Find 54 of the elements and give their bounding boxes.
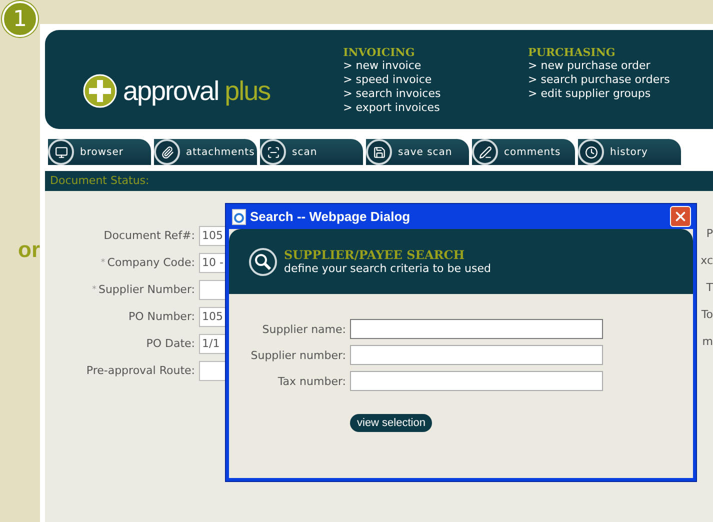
field-label: Tax number: bbox=[276, 374, 347, 388]
field-label: To bbox=[700, 308, 713, 321]
menu-link[interactable]: > search invoices bbox=[343, 87, 528, 101]
browser-icon bbox=[232, 208, 246, 224]
toolbar-button[interactable]: scan bbox=[260, 139, 363, 166]
menu-link[interactable]: > new purchase order bbox=[528, 59, 713, 73]
field-label: Company Code: bbox=[107, 256, 195, 270]
required-mark: * bbox=[92, 284, 96, 295]
menu-link[interactable]: > export invoices bbox=[343, 101, 528, 115]
step-number-badge: 1 bbox=[2, 1, 38, 37]
side-text: or bbox=[18, 237, 40, 263]
field-label: P bbox=[705, 226, 713, 240]
view-selection-button[interactable]: view selection bbox=[350, 414, 432, 432]
brand-name: plus bbox=[224, 76, 270, 106]
menu-link[interactable]: > edit supplier groups bbox=[528, 87, 713, 101]
dialog-title: Search -- Webpage Dialog bbox=[250, 209, 412, 224]
brand-name: approval bbox=[123, 76, 219, 106]
toolbar-button[interactable]: browser bbox=[48, 139, 151, 166]
toolbar-button[interactable]: history bbox=[578, 139, 681, 166]
field-label: Supplier number: bbox=[250, 348, 347, 362]
field-label: xc bbox=[700, 254, 713, 267]
dialog-heading: SUPPLIER/PAYEE SEARCH bbox=[284, 248, 466, 262]
toolbar-button[interactable]: attachments bbox=[154, 139, 257, 166]
menu-link[interactable]: > search purchase orders bbox=[528, 73, 713, 87]
field-label: Supplier Number: bbox=[98, 283, 195, 296]
menu-heading: INVOICING bbox=[343, 46, 416, 59]
status-label: Document Status: bbox=[50, 174, 150, 188]
field-label: PO Date: bbox=[146, 337, 195, 350]
required-mark: * bbox=[100, 258, 106, 268]
pen-icon bbox=[472, 139, 498, 166]
search-icon bbox=[248, 246, 278, 276]
menu-heading: PURCHASING bbox=[528, 46, 616, 59]
monitor-icon bbox=[48, 139, 74, 166]
field-label: PO Number: bbox=[128, 310, 195, 324]
field-label: Pre-approval Route: bbox=[86, 364, 195, 378]
menu-link[interactable]: > speed invoice bbox=[343, 73, 528, 87]
close-icon bbox=[673, 209, 688, 224]
dialog-subheading: define your search criteria to be used bbox=[284, 262, 491, 275]
field-label: m bbox=[701, 334, 713, 348]
toolbar-button[interactable]: save scan bbox=[366, 139, 469, 166]
clock-icon bbox=[578, 139, 604, 166]
paperclip-icon bbox=[154, 139, 180, 166]
scanner-icon bbox=[260, 139, 286, 166]
close-button[interactable] bbox=[670, 206, 691, 227]
field-label: Supplier name: bbox=[261, 322, 347, 336]
plus-logo-icon bbox=[83, 74, 117, 108]
input-field[interactable] bbox=[350, 371, 603, 391]
menu-link[interactable]: > new invoice bbox=[343, 59, 528, 73]
save-icon bbox=[366, 139, 392, 166]
toolbar-button[interactable]: comments bbox=[472, 139, 575, 166]
input-field[interactable] bbox=[350, 345, 603, 365]
field-label: T bbox=[705, 280, 713, 294]
field-label: Document Ref#: bbox=[104, 229, 195, 242]
input-field[interactable] bbox=[350, 319, 603, 339]
